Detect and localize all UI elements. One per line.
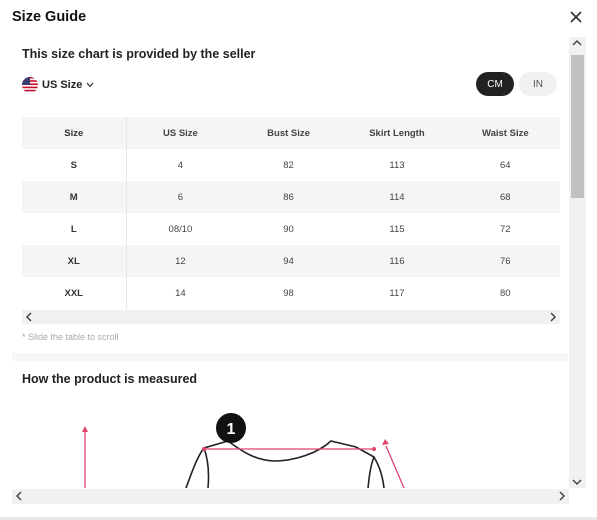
table-cell: 80 bbox=[451, 277, 560, 309]
measurement-diagram: 1 bbox=[12, 387, 568, 488]
close-button[interactable] bbox=[565, 6, 587, 28]
chevron-left-icon[interactable] bbox=[15, 491, 23, 501]
table-cell: 117 bbox=[342, 277, 452, 309]
table-cell: 12 bbox=[126, 245, 235, 277]
table-cell: 98 bbox=[234, 277, 343, 309]
table-cell: 14 bbox=[126, 277, 235, 309]
table-cell: 114 bbox=[342, 181, 452, 213]
chevron-up-icon[interactable] bbox=[572, 39, 582, 47]
modal-vertical-scrollbar[interactable] bbox=[569, 37, 586, 488]
chevron-down-icon[interactable] bbox=[572, 478, 582, 486]
column-header: Size bbox=[22, 117, 127, 149]
table-cell: 82 bbox=[234, 149, 343, 181]
size-region-dropdown[interactable]: US Size bbox=[22, 75, 94, 95]
chart-subtitle: This size chart is provided by the selle… bbox=[22, 47, 256, 61]
table-cell: XXL bbox=[22, 277, 127, 309]
table-cell: M bbox=[22, 181, 127, 213]
us-flag-icon bbox=[22, 77, 38, 93]
table-cell: 72 bbox=[451, 213, 560, 245]
chevron-right-icon[interactable] bbox=[558, 491, 566, 501]
chevron-down-icon bbox=[86, 82, 94, 88]
measure-marker: 1 bbox=[227, 421, 236, 438]
unit-in-button[interactable]: IN bbox=[519, 72, 557, 96]
table-row: S 4 82 113 64 bbox=[22, 149, 560, 181]
unit-toggle: CM IN bbox=[476, 72, 557, 96]
table-cell: S bbox=[22, 149, 127, 181]
table-header-row: Size US Size Bust Size Skirt Length Wais… bbox=[22, 117, 560, 149]
table-cell: 68 bbox=[451, 181, 560, 213]
column-header: US Size bbox=[126, 117, 235, 149]
table-cell: 116 bbox=[342, 245, 452, 277]
table-row: XXL 14 98 117 80 bbox=[22, 277, 560, 309]
table-cell: 115 bbox=[342, 213, 452, 245]
size-region-label: US Size bbox=[42, 79, 83, 91]
scrollbar-thumb[interactable] bbox=[571, 55, 584, 198]
table-cell: XL bbox=[22, 245, 127, 277]
section-divider bbox=[12, 353, 568, 361]
modal-title: Size Guide bbox=[12, 9, 87, 25]
table-cell: 64 bbox=[451, 149, 560, 181]
table-cell: 94 bbox=[234, 245, 343, 277]
modal-content: This size chart is provided by the selle… bbox=[12, 37, 568, 488]
modal-header: Size Guide bbox=[0, 0, 597, 36]
table-cell: L bbox=[22, 213, 127, 245]
size-table: Size US Size Bust Size Skirt Length Wais… bbox=[22, 117, 560, 309]
chevron-left-icon[interactable] bbox=[25, 312, 33, 322]
close-icon bbox=[570, 11, 582, 23]
table-cell: 08/10 bbox=[126, 213, 235, 245]
unit-cm-button[interactable]: CM bbox=[476, 72, 514, 96]
table-row: M 6 86 114 68 bbox=[22, 181, 560, 213]
measure-section-title: How the product is measured bbox=[22, 372, 198, 386]
table-cell: 6 bbox=[126, 181, 235, 213]
table-cell: 76 bbox=[451, 245, 560, 277]
chevron-right-icon[interactable] bbox=[549, 312, 557, 322]
table-cell: 113 bbox=[342, 149, 452, 181]
table-row: XL 12 94 116 76 bbox=[22, 245, 560, 277]
modal-horizontal-scrollbar[interactable] bbox=[12, 489, 569, 504]
dress-measure-illustration: 1 bbox=[82, 413, 405, 488]
column-header: Bust Size bbox=[234, 117, 343, 149]
table-cell: 90 bbox=[234, 213, 343, 245]
table-cell: 4 bbox=[126, 149, 235, 181]
column-header: Waist Size bbox=[451, 117, 560, 149]
size-table-container[interactable]: Size US Size Bust Size Skirt Length Wais… bbox=[22, 117, 560, 309]
table-cell: 86 bbox=[234, 181, 343, 213]
column-header: Skirt Length bbox=[342, 117, 452, 149]
scroll-hint: * Slide the table to scroll bbox=[22, 332, 119, 342]
size-guide-modal: Size Guide This size chart is provided b… bbox=[0, 0, 597, 520]
table-horizontal-scrollbar[interactable] bbox=[22, 310, 560, 324]
table-row: L 08/10 90 115 72 bbox=[22, 213, 560, 245]
